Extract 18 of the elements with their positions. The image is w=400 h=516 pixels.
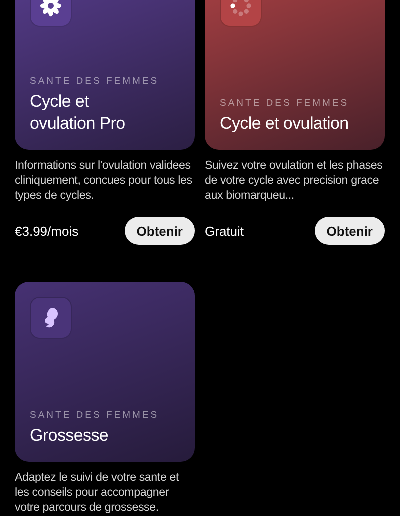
app-title: Cycle et ovulation [220, 113, 350, 135]
app-card[interactable]: SANTE DES FEMMES Cycle et ovulation [205, 0, 385, 150]
app-description: Adaptez le suivi de votre sante et les conseils pour accompagner votre parcours de grossesse. [15, 470, 180, 515]
get-button[interactable]: Obtenir [124, 217, 195, 245]
get-button[interactable]: Obtenir [314, 217, 385, 245]
app-description: Informations sur l'ovulation validees cliniquement, concues pour tous les types de cycles. [15, 158, 194, 203]
price-label: Gratuit [205, 224, 244, 238]
price-label: €3.99/mois [15, 224, 79, 238]
category-label: SANTE DES FEMMES [30, 410, 160, 421]
dots-icon [229, 0, 253, 18]
app-title: Cycle et ovulation Pro [30, 91, 126, 135]
app-title: Grossesse [30, 425, 110, 447]
app-description: Suivez votre ovulation et les phases de votre cycle avec precision grace aux biomarqueu... [205, 158, 384, 203]
category-label: SANTE DES FEMMES [220, 98, 350, 109]
category-label: SANTE DES FEMMES [30, 76, 160, 87]
app-card[interactable]: SANTE DES FEMMES Cycle et ovulation Pro [15, 0, 195, 150]
flower-icon [40, 0, 62, 17]
app-card[interactable]: SANTE DES FEMMES Grossesse [15, 282, 195, 462]
